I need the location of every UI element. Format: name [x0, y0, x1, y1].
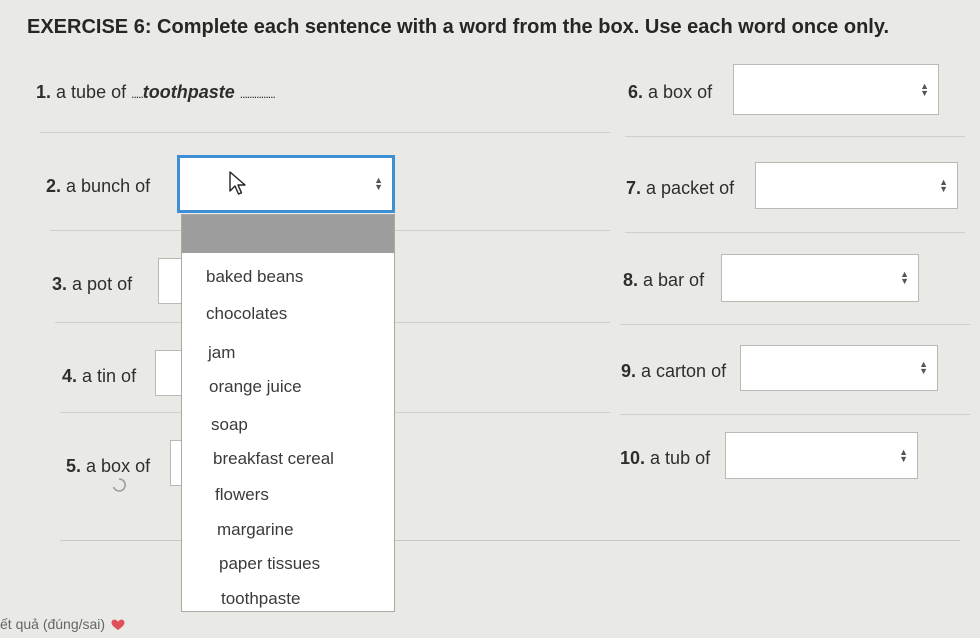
question-3: 3. a pot of [52, 274, 133, 294]
answer-dropdown-list[interactable]: baked beans chocolates jam orange juice … [181, 214, 395, 612]
dropdown-option[interactable]: jam [208, 343, 235, 363]
question-1: 1. a tube of .....toothpaste ...........… [36, 82, 276, 102]
select-arrows-icon: ▲ ▼ [899, 446, 908, 464]
dropdown-option[interactable]: soap [211, 415, 248, 435]
question-5: 5. a box of [66, 456, 151, 476]
mouse-pointer-icon [229, 171, 246, 195]
question-10: 10. a tub of [620, 448, 711, 468]
select-arrows-icon: ▲ ▼ [939, 176, 948, 194]
select-arrows-icon: ▲ ▼ [900, 269, 909, 286]
answer-select-10[interactable]: ▲ ▼ [725, 432, 918, 479]
dropdown-option[interactable]: margarine [217, 520, 294, 540]
question-4: 4. a tin of [62, 366, 137, 386]
answer-select-6[interactable]: ▲ ▼ [733, 64, 939, 115]
loading-spinner-icon [112, 478, 126, 492]
dropdown-option[interactable]: toothpaste [221, 589, 300, 609]
question-8: 8. a bar of [623, 270, 705, 290]
question-7: 7. a packet of [626, 178, 735, 198]
answer-select-9[interactable]: ▲ ▼ [740, 345, 938, 391]
answer-select-2[interactable]: ▲ ▼ [177, 155, 395, 213]
answer-select-8[interactable]: ▲ ▼ [721, 254, 919, 302]
divider [40, 132, 610, 133]
select-arrows-icon: ▲ ▼ [920, 80, 929, 98]
result-label: ết quả (đúng/sai) [0, 616, 125, 632]
question-2: 2. a bunch of [46, 176, 151, 196]
question-9: 9. a carton of [621, 361, 727, 381]
select-arrows-icon: ▲ ▼ [919, 359, 928, 376]
divider [620, 414, 970, 415]
divider [625, 232, 965, 233]
answer-select-7[interactable]: ▲ ▼ [755, 162, 958, 209]
dropdown-option[interactable]: chocolates [206, 304, 287, 324]
divider [620, 324, 970, 325]
dropdown-option[interactable]: flowers [215, 485, 269, 505]
dropdown-option[interactable]: orange juice [209, 377, 302, 397]
dropdown-option[interactable]: paper tissues [219, 554, 320, 574]
dropdown-option[interactable]: baked beans [206, 267, 303, 287]
select-arrows-icon: ▲ ▼ [374, 175, 383, 192]
divider [625, 136, 965, 137]
question-6: 6. a box of [628, 82, 713, 102]
heart-icon [111, 619, 125, 631]
answer-text: toothpaste [142, 82, 235, 102]
exercise-title: EXERCISE 6: Complete each sentence with … [27, 16, 890, 38]
dropdown-highlight-row[interactable] [182, 215, 394, 253]
dropdown-option[interactable]: breakfast cereal [213, 449, 334, 469]
